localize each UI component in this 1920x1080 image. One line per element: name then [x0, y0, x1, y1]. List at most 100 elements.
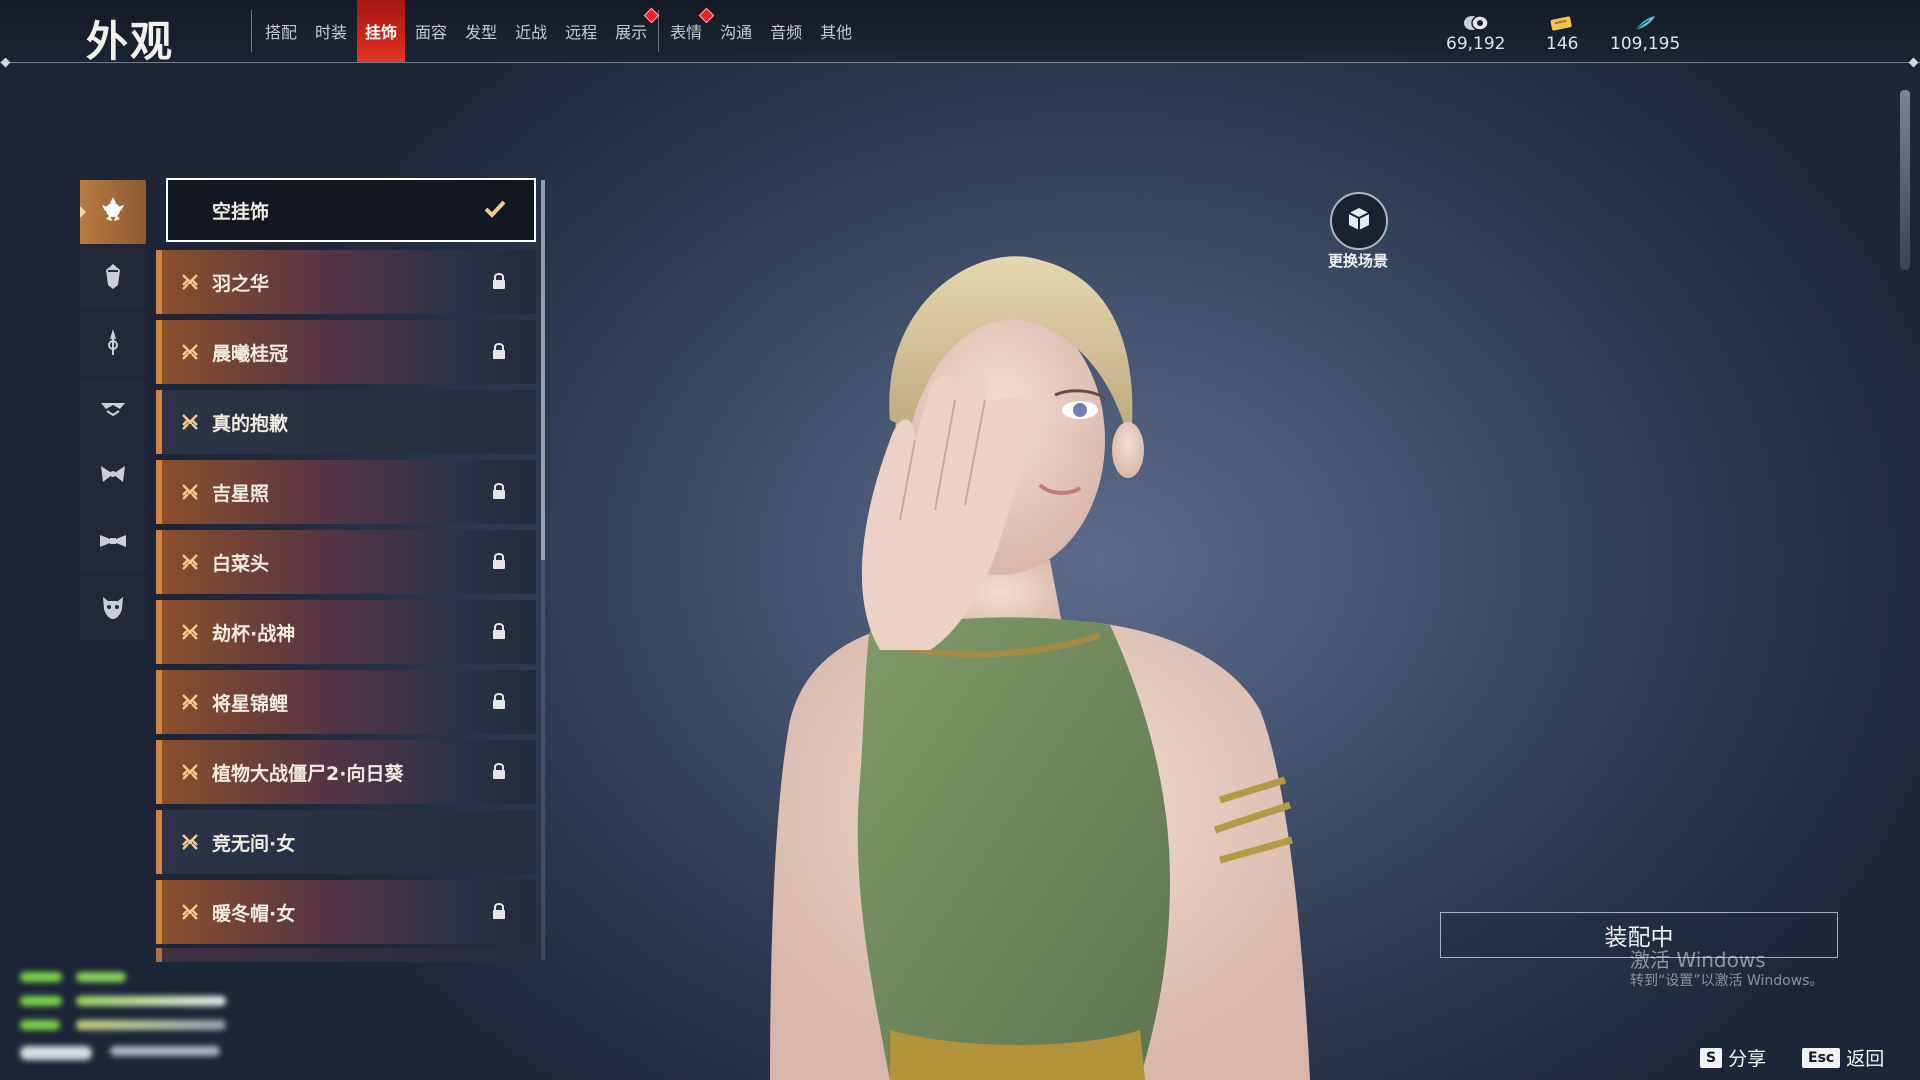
tab-bar: 搭配 时装 挂饰 面容 发型 近战 远程 展示 表情 沟通 音频 其他 — [256, 0, 861, 62]
windows-watermark-subtitle: 转到“设置”以激活 Windows。 — [1630, 973, 1824, 989]
category-tab-2[interactable] — [80, 246, 146, 310]
tab-label: 表情 — [670, 23, 703, 42]
head-ornament-icon — [98, 195, 128, 229]
ticket-icon — [1549, 12, 1575, 32]
ticket-amount: 146 — [1546, 34, 1579, 54]
list-item[interactable]: 劫杯·战神 — [156, 600, 536, 664]
list-item[interactable]: 羽之华 — [156, 250, 536, 314]
tab-label: 搭配 — [265, 23, 298, 42]
tab-label: 沟通 — [720, 23, 753, 42]
item-name: 白菜头 — [212, 552, 270, 575]
tab-1[interactable]: 搭配 — [257, 0, 305, 62]
item-name: 将星锦鲤 — [212, 692, 289, 715]
tab-label: 其他 — [820, 23, 853, 42]
list-item[interactable]: 晨曦桂冠 — [156, 320, 536, 384]
item-name: 暖冬帽·女 — [212, 902, 296, 925]
rarity-icon — [182, 554, 198, 574]
back-hint[interactable]: Esc 返回 — [1802, 1044, 1884, 1071]
category-tab-5[interactable] — [80, 444, 146, 508]
feather-amount: 109,195 — [1610, 34, 1681, 54]
change-scene-label: 更换场景 — [1327, 252, 1388, 270]
coin-amount: 69,192 — [1446, 34, 1506, 54]
page-scroll-indicator[interactable] — [1900, 90, 1910, 270]
item-name: 真的抱歉 — [212, 412, 289, 435]
share-key: S — [1700, 1047, 1723, 1068]
currency-tickets: 146 — [1546, 12, 1578, 54]
category-tab-3[interactable] — [80, 312, 146, 376]
list-item[interactable]: 吉星照 — [156, 460, 536, 524]
tab-label: 发型 — [465, 23, 498, 42]
waist-ornament-icon — [98, 393, 128, 427]
coin-icon — [1463, 12, 1489, 32]
lock-icon — [492, 902, 506, 924]
tab-4[interactable]: 面容 — [407, 0, 455, 62]
item-name: 植物大战僵尸2·向日葵 — [212, 762, 404, 785]
share-hint[interactable]: S 分享 — [1700, 1044, 1766, 1071]
lock-icon — [492, 342, 506, 364]
tab-label: 挂饰 — [365, 23, 398, 42]
back-key: Esc — [1802, 1047, 1841, 1068]
tab-6[interactable]: 近战 — [507, 0, 555, 62]
list-scroll-thumb[interactable] — [541, 180, 545, 560]
list-item[interactable]: 植物大战僵尸2·向日葵 — [156, 740, 536, 804]
list-item[interactable]: 暖冬帽·女 — [156, 880, 536, 944]
category-tab-6[interactable] — [80, 510, 146, 574]
top-bar: 外观 搭配 时装 挂饰 面容 发型 近战 远程 展示 表情 沟通 音频 其他 69,192 146 1… — [0, 0, 1920, 66]
title-divider — [251, 10, 252, 52]
list-item-partial — [156, 948, 536, 962]
rarity-icon — [182, 344, 198, 364]
rarity-icon — [182, 274, 198, 294]
share-label: 分享 — [1728, 1048, 1767, 1070]
back-ornament-icon — [98, 327, 128, 361]
tab-12[interactable]: 其他 — [812, 0, 860, 62]
header-divider — [0, 57, 1920, 68]
category-tab-7[interactable] — [80, 576, 146, 640]
currency-coins: 69,192 — [1446, 12, 1505, 54]
category-tab-1[interactable] — [80, 180, 146, 244]
lock-icon — [492, 272, 506, 294]
list-item[interactable]: 空挂饰 — [166, 178, 536, 242]
item-name: 劫杯·战神 — [212, 622, 296, 645]
ornament-list: 空挂饰羽之华晨曦桂冠真的抱歉吉星照白菜头劫杯·战神将星锦鲤植物大战僵尸2·向日葵… — [156, 178, 536, 950]
item-name: 晨曦桂冠 — [212, 342, 289, 365]
rarity-icon — [182, 484, 198, 504]
tab-label: 展示 — [615, 23, 648, 42]
lock-icon — [492, 622, 506, 644]
rarity-icon — [182, 414, 198, 434]
rarity-icon — [182, 834, 198, 854]
lock-icon — [492, 482, 506, 504]
tab-7[interactable]: 远程 — [557, 0, 605, 62]
wing-ornament-icon — [98, 459, 128, 493]
tab-9[interactable]: 表情 — [662, 0, 715, 62]
list-item[interactable]: 将星锦鲤 — [156, 670, 536, 734]
rarity-icon — [182, 694, 198, 714]
windows-watermark-title: 激活 Windows — [1630, 948, 1766, 972]
tail-ornament-icon — [98, 525, 128, 559]
tab-5[interactable]: 发型 — [457, 0, 505, 62]
category-column — [80, 180, 146, 642]
cube-icon — [1345, 205, 1373, 237]
tab-10[interactable]: 沟通 — [712, 0, 760, 62]
category-tab-4[interactable] — [80, 378, 146, 442]
item-name: 吉星照 — [212, 482, 270, 505]
list-item[interactable]: 白菜头 — [156, 530, 536, 594]
page-title: 外观 — [86, 17, 175, 66]
tab-2[interactable]: 时装 — [307, 0, 355, 62]
item-name: 空挂饰 — [212, 200, 270, 223]
character-preview[interactable] — [700, 240, 1400, 1080]
change-scene-button[interactable] — [1330, 192, 1388, 250]
tab-8[interactable]: 展示 — [607, 0, 660, 62]
rarity-icon — [182, 904, 198, 924]
list-item[interactable]: 真的抱歉 — [156, 390, 536, 454]
tab-label: 面容 — [415, 23, 448, 42]
feather-icon — [1632, 12, 1658, 32]
face-ornament-icon — [98, 261, 128, 295]
list-item[interactable]: 竞无间·女 — [156, 810, 536, 874]
rarity-icon — [182, 624, 198, 644]
currency-feathers: 109,195 — [1610, 12, 1680, 54]
tab-3[interactable]: 挂饰 — [357, 0, 406, 62]
mask-ornament-icon — [98, 591, 128, 625]
check-icon — [484, 199, 506, 223]
lock-icon — [492, 762, 506, 784]
tab-11[interactable]: 音频 — [762, 0, 810, 62]
